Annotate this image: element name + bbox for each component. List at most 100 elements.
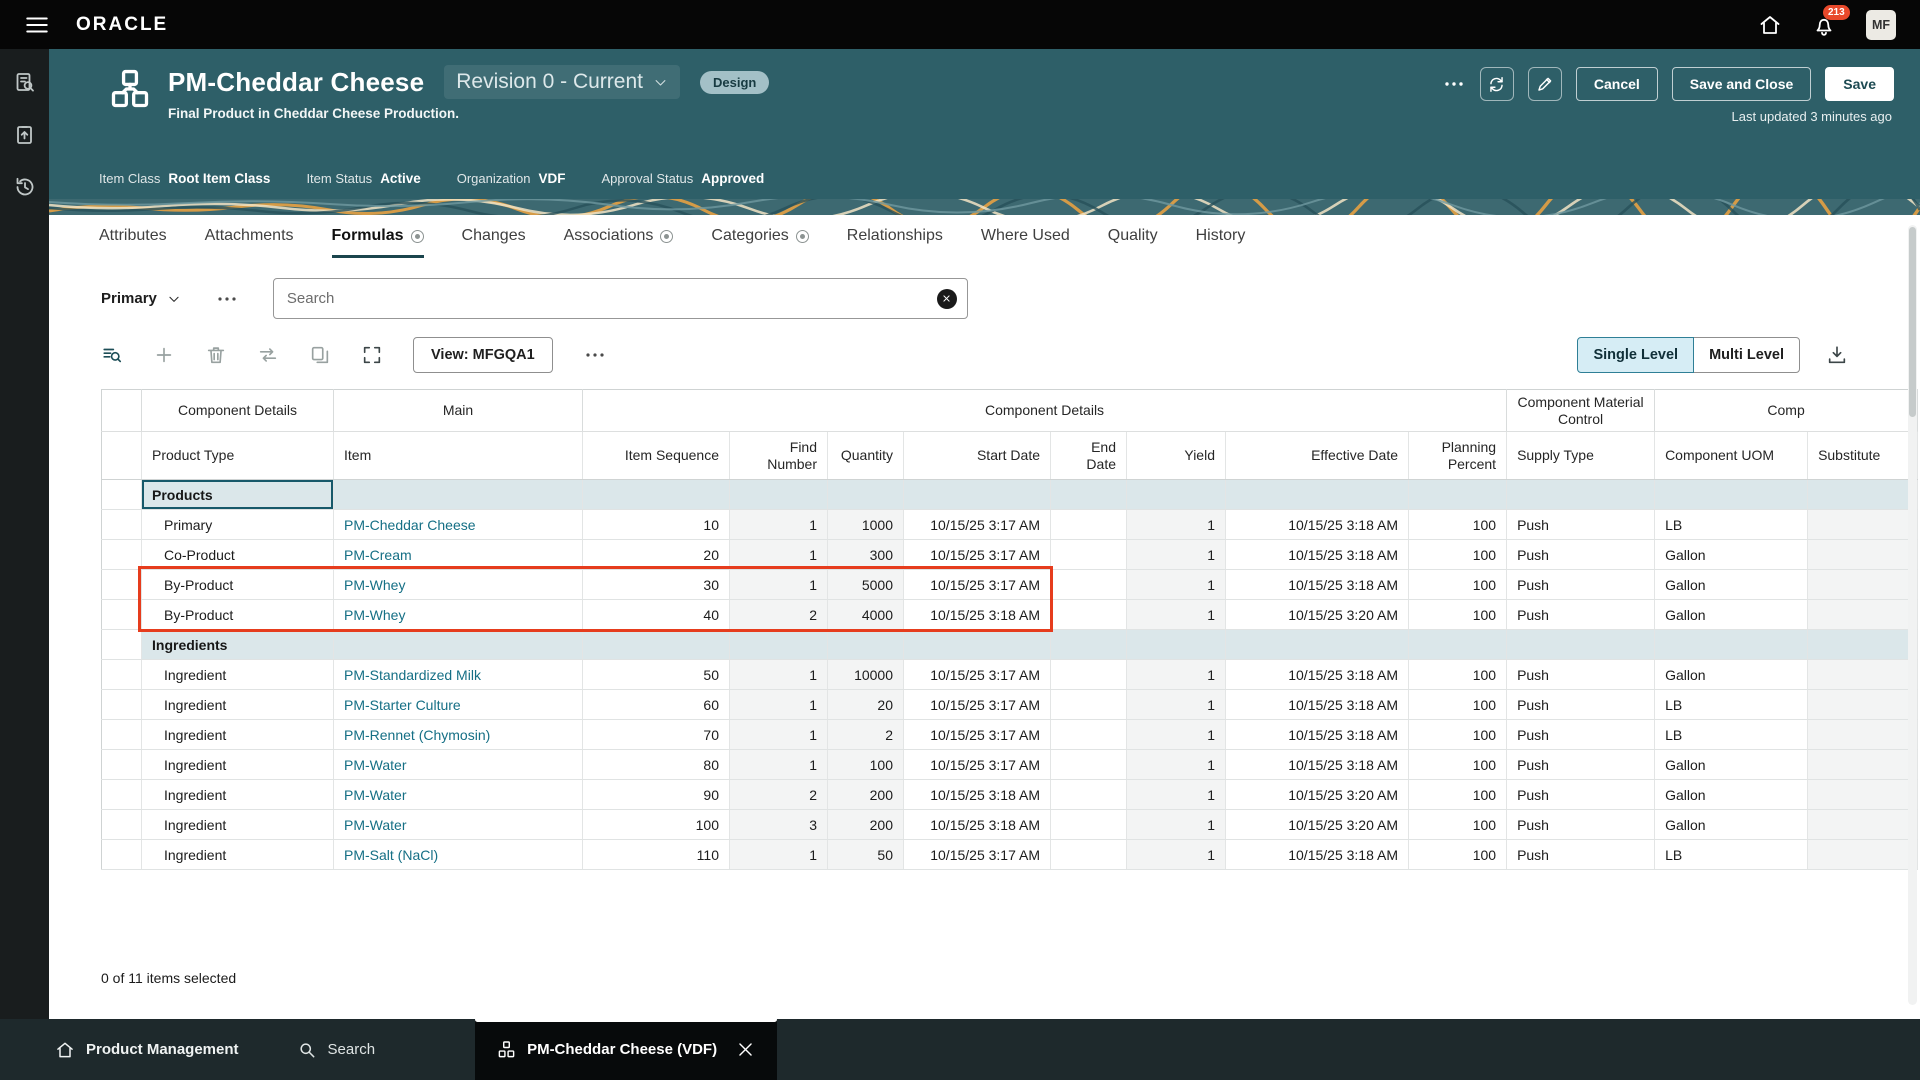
download-icon[interactable] xyxy=(1826,344,1848,366)
cell-item-sequence[interactable]: 90 xyxy=(583,780,730,810)
cell-start-date[interactable]: 10/15/25 3:17 AM xyxy=(904,690,1051,720)
cell-supply-type[interactable]: Push xyxy=(1507,570,1655,600)
vertical-scrollbar[interactable] xyxy=(1908,225,1917,1005)
cell-yield[interactable]: 1 xyxy=(1127,750,1226,780)
cell-find-number[interactable]: 1 xyxy=(730,660,828,690)
open-item-tab[interactable]: PM-Cheddar Cheese (VDF) xyxy=(475,1019,777,1080)
row-selector-cell[interactable] xyxy=(102,690,142,720)
cell-planning-percent[interactable]: 100 xyxy=(1409,750,1507,780)
cell-substitute[interactable] xyxy=(1808,810,1918,840)
cell-start-date[interactable]: 10/15/25 3:17 AM xyxy=(904,750,1051,780)
cell-component-uom[interactable]: Gallon xyxy=(1655,780,1808,810)
cell-supply-type[interactable]: Push xyxy=(1507,780,1655,810)
cell-item-sequence[interactable]: 60 xyxy=(583,690,730,720)
user-avatar[interactable]: MF xyxy=(1866,10,1896,40)
cell-component-uom[interactable]: Gallon xyxy=(1655,660,1808,690)
cell-item-sequence[interactable]: 20 xyxy=(583,540,730,570)
cell-effective-date[interactable]: 10/15/25 3:18 AM xyxy=(1226,690,1409,720)
taskbar-search[interactable]: Search xyxy=(297,1040,376,1060)
clear-search-icon[interactable] xyxy=(937,289,957,309)
cell-quantity[interactable]: 4000 xyxy=(828,600,904,630)
filter-more-actions-icon[interactable] xyxy=(215,287,239,311)
row-selector-cell[interactable] xyxy=(102,810,142,840)
cell-item-sequence[interactable]: 100 xyxy=(583,810,730,840)
row-selector-cell[interactable] xyxy=(102,660,142,690)
cell-start-date[interactable]: 10/15/25 3:17 AM xyxy=(904,540,1051,570)
expand-icon[interactable] xyxy=(361,344,383,366)
cell-quantity[interactable]: 50 xyxy=(828,840,904,870)
delete-row-icon[interactable] xyxy=(205,344,227,366)
cell-yield[interactable]: 1 xyxy=(1127,660,1226,690)
cell-item[interactable]: PM-Water xyxy=(334,750,583,780)
cell-find-number[interactable]: 2 xyxy=(730,780,828,810)
cell-item[interactable]: PM-Whey xyxy=(334,600,583,630)
cell-end-date[interactable] xyxy=(1051,690,1127,720)
cell-quantity[interactable]: 200 xyxy=(828,810,904,840)
cell-start-date[interactable]: 10/15/25 3:18 AM xyxy=(904,600,1051,630)
cell-end-date[interactable] xyxy=(1051,780,1127,810)
scrollbar-thumb[interactable] xyxy=(1909,227,1916,417)
cell-find-number[interactable]: 1 xyxy=(730,570,828,600)
cell-quantity[interactable]: 300 xyxy=(828,540,904,570)
save-and-close-button[interactable]: Save and Close xyxy=(1672,67,1812,101)
cell-item-sequence[interactable]: 80 xyxy=(583,750,730,780)
cell-item[interactable]: PM-Water xyxy=(334,810,583,840)
cell-component-uom[interactable]: Gallon xyxy=(1655,810,1808,840)
cell-product-type[interactable]: Ingredient xyxy=(142,750,334,780)
copy-icon[interactable] xyxy=(309,344,331,366)
row-selector-cell[interactable] xyxy=(102,630,142,660)
tab-relationships[interactable]: Relationships xyxy=(847,227,943,258)
cell-planning-percent[interactable]: 100 xyxy=(1409,540,1507,570)
cell-end-date[interactable] xyxy=(1051,840,1127,870)
row-selector-cell[interactable] xyxy=(102,540,142,570)
cell-find-number[interactable]: 2 xyxy=(730,600,828,630)
cell-item[interactable]: PM-Water xyxy=(334,780,583,810)
cell-component-uom[interactable]: Gallon xyxy=(1655,540,1808,570)
cell-quantity[interactable]: 200 xyxy=(828,780,904,810)
cell-yield[interactable]: 1 xyxy=(1127,690,1226,720)
cell-effective-date[interactable]: 10/15/25 3:20 AM xyxy=(1226,780,1409,810)
cell-quantity[interactable]: 10000 xyxy=(828,660,904,690)
cell-quantity[interactable]: 20 xyxy=(828,690,904,720)
cell-find-number[interactable]: 1 xyxy=(730,690,828,720)
cell-substitute[interactable] xyxy=(1808,510,1918,540)
cell-effective-date[interactable]: 10/15/25 3:18 AM xyxy=(1226,840,1409,870)
cell-start-date[interactable]: 10/15/25 3:17 AM xyxy=(904,570,1051,600)
cell-end-date[interactable] xyxy=(1051,540,1127,570)
cell-item-sequence[interactable]: 110 xyxy=(583,840,730,870)
cell-planning-percent[interactable]: 100 xyxy=(1409,780,1507,810)
row-selector-cell[interactable] xyxy=(102,840,142,870)
row-selector-cell[interactable] xyxy=(102,570,142,600)
cell-yield[interactable]: 1 xyxy=(1127,600,1226,630)
cell-effective-date[interactable]: 10/15/25 3:18 AM xyxy=(1226,750,1409,780)
cell-supply-type[interactable]: Push xyxy=(1507,750,1655,780)
single-level-button[interactable]: Single Level xyxy=(1577,337,1694,373)
cell-product-type[interactable]: By-Product xyxy=(142,570,334,600)
cell-end-date[interactable] xyxy=(1051,600,1127,630)
cell-planning-percent[interactable]: 100 xyxy=(1409,510,1507,540)
cell-supply-type[interactable]: Push xyxy=(1507,600,1655,630)
cell-substitute[interactable] xyxy=(1808,600,1918,630)
notifications-button[interactable]: 213 xyxy=(1812,13,1836,37)
tab-associations[interactable]: Associations xyxy=(564,227,674,258)
cell-find-number[interactable]: 1 xyxy=(730,720,828,750)
view-button[interactable]: View: MFGQA1 xyxy=(413,337,553,373)
cell-start-date[interactable]: 10/15/25 3:17 AM xyxy=(904,840,1051,870)
row-selector-cell[interactable] xyxy=(102,720,142,750)
cell-item-sequence[interactable]: 10 xyxy=(583,510,730,540)
cell-supply-type[interactable]: Push xyxy=(1507,510,1655,540)
formula-type-dropdown[interactable]: Primary xyxy=(101,290,181,307)
tasks-icon[interactable] xyxy=(13,123,37,147)
cell-quantity[interactable]: 5000 xyxy=(828,570,904,600)
cell-yield[interactable]: 1 xyxy=(1127,720,1226,750)
cell-product-type[interactable]: Ingredient xyxy=(142,690,334,720)
cell-end-date[interactable] xyxy=(1051,810,1127,840)
cell-product-type[interactable]: Ingredient xyxy=(142,840,334,870)
save-button[interactable]: Save xyxy=(1825,67,1894,101)
cell-find-number[interactable]: 1 xyxy=(730,750,828,780)
cell-component-uom[interactable]: Gallon xyxy=(1655,750,1808,780)
cell-effective-date[interactable]: 10/15/25 3:18 AM xyxy=(1226,660,1409,690)
cell-start-date[interactable]: 10/15/25 3:17 AM xyxy=(904,660,1051,690)
cell-supply-type[interactable]: Push xyxy=(1507,810,1655,840)
cell-component-uom[interactable]: LB xyxy=(1655,510,1808,540)
